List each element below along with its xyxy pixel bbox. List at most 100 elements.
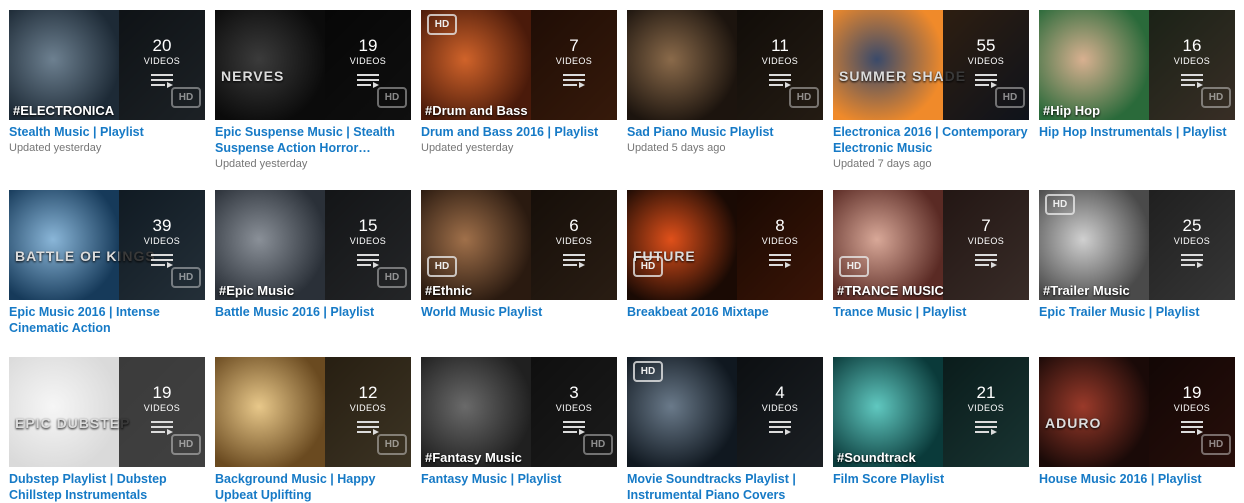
playlist-card[interactable]: #ELECTRONICA 20 VIDEOS HD Stealth Music | Pl… bbox=[9, 10, 205, 156]
playlist-thumbnail[interactable]: #Epic Music 15 VIDEOS HD bbox=[215, 190, 411, 300]
videos-label: VIDEOS bbox=[349, 403, 387, 413]
hd-badge-icon: HD bbox=[633, 361, 663, 382]
playlist-card[interactable]: #TRANCE MUSIC HD 7 VIDEOS Trance Music | Pla… bbox=[833, 190, 1029, 320]
playlist-title-link[interactable]: House Music 2016 | Playlist bbox=[1039, 471, 1235, 487]
hd-badge-icon: HD bbox=[583, 434, 613, 455]
playlist-card[interactable]: #Drum and Bass HD 7 VIDEOS Drum and Bass 201… bbox=[421, 10, 617, 156]
playlist-card[interactable]: #Epic Music 15 VIDEOS HD Battle Music 2016 |… bbox=[215, 190, 411, 320]
playlist-card[interactable]: #Soundtrack 21 VIDEOS Film Score Playlist bbox=[833, 357, 1029, 487]
playlist-title-link[interactable]: Hip Hop Instrumentals | Playlist bbox=[1039, 124, 1235, 140]
video-count: 7 bbox=[569, 36, 579, 55]
playlist-thumbnail[interactable]: ADURO 19 VIDEOS HD bbox=[1039, 357, 1235, 467]
playlist-card[interactable]: #Trailer Music HD 25 VIDEOS Epic Trailer Mus… bbox=[1039, 190, 1235, 320]
playlist-title-link[interactable]: Battle Music 2016 | Playlist bbox=[215, 304, 411, 320]
playlist-title-link[interactable]: Epic Music 2016 | Intense Cinematic Acti… bbox=[9, 304, 205, 336]
playlist-thumbnail[interactable]: HD 4 VIDEOS bbox=[627, 357, 823, 467]
playlist-thumbnail[interactable]: #TRANCE MUSIC HD 7 VIDEOS bbox=[833, 190, 1029, 300]
video-count: 55 bbox=[976, 36, 996, 55]
thumbnail-hashtag: #Soundtrack bbox=[837, 450, 916, 465]
playlist-title-link[interactable]: Background Music | Happy Upbeat Upliftin… bbox=[215, 471, 411, 503]
playlist-card[interactable]: #Hip Hop 16 VIDEOS HD Hip Hop Instrumentals … bbox=[1039, 10, 1235, 140]
videos-label: VIDEOS bbox=[761, 56, 799, 66]
playlist-card[interactable]: NERVES 19 VIDEOS HD Epic Suspense Music | St… bbox=[215, 10, 411, 172]
thumbnail-art bbox=[627, 10, 737, 120]
playlist-title-link[interactable]: Breakbeat 2016 Mixtape bbox=[627, 304, 823, 320]
playlist-thumbnail[interactable]: 11 VIDEOS HD bbox=[627, 10, 823, 120]
playlist-thumbnail[interactable]: #Hip Hop 16 VIDEOS HD bbox=[1039, 10, 1235, 120]
playlist-count-overlay: 39 VIDEOS HD bbox=[119, 190, 205, 300]
playlist-title-link[interactable]: Sad Piano Music Playlist bbox=[627, 124, 823, 140]
playlist-title-link[interactable]: Fantasy Music | Playlist bbox=[421, 471, 617, 487]
thumbnail-hashtag: #Ethnic bbox=[425, 283, 472, 298]
playlist-count-overlay: 11 VIDEOS HD bbox=[737, 10, 823, 120]
thumbnail-art bbox=[215, 10, 325, 120]
thumbnail-title-text: ADURO bbox=[1045, 415, 1102, 431]
playlist-icon bbox=[769, 421, 791, 435]
hd-badge-icon: HD bbox=[995, 87, 1025, 108]
playlist-count-overlay: 6 VIDEOS bbox=[531, 190, 617, 300]
videos-label: VIDEOS bbox=[1173, 236, 1211, 246]
playlist-card[interactable]: SUMMER SHADE 55 VIDEOS HD Electronica 2016 |… bbox=[833, 10, 1029, 172]
hd-badge-icon: HD bbox=[1201, 87, 1231, 108]
playlist-icon bbox=[1181, 421, 1203, 435]
playlist-title-link[interactable]: Trance Music | Playlist bbox=[833, 304, 1029, 320]
thumbnail-title-text: EPIC DUBSTEP bbox=[15, 415, 131, 431]
thumbnail-title-text: NERVES bbox=[221, 68, 285, 84]
playlist-thumbnail[interactable]: #Fantasy Music 3 VIDEOS HD bbox=[421, 357, 617, 467]
hd-badge-icon: HD bbox=[171, 267, 201, 288]
playlist-thumbnail[interactable]: NERVES 19 VIDEOS HD bbox=[215, 10, 411, 120]
playlist-card[interactable]: ADURO 19 VIDEOS HD House Music 2016 | Playli… bbox=[1039, 357, 1235, 487]
video-count: 21 bbox=[976, 383, 996, 402]
playlist-count-overlay: 19 VIDEOS HD bbox=[1149, 357, 1235, 467]
playlist-card[interactable]: #Fantasy Music 3 VIDEOS HD Fantasy Music | P… bbox=[421, 357, 617, 487]
videos-label: VIDEOS bbox=[143, 236, 181, 246]
playlist-thumbnail[interactable]: EPIC DUBSTEP 19 VIDEOS HD bbox=[9, 357, 205, 467]
playlist-card[interactable]: #Ethnic HD 6 VIDEOS World Music Playlist bbox=[421, 190, 617, 320]
hd-badge-icon: HD bbox=[1045, 194, 1075, 215]
playlist-icon bbox=[563, 254, 585, 268]
playlist-icon bbox=[1181, 74, 1203, 88]
playlist-thumbnail[interactable]: #Trailer Music HD 25 VIDEOS bbox=[1039, 190, 1235, 300]
playlist-thumbnail[interactable]: FUTURE HD 8 VIDEOS bbox=[627, 190, 823, 300]
playlist-card[interactable]: HD 4 VIDEOS Movie Soundtracks Playlist | In… bbox=[627, 357, 823, 503]
playlist-thumbnail[interactable]: #Soundtrack 21 VIDEOS bbox=[833, 357, 1029, 467]
playlist-title-link[interactable]: Epic Trailer Music | Playlist bbox=[1039, 304, 1235, 320]
playlist-thumbnail[interactable]: #Drum and Bass HD 7 VIDEOS bbox=[421, 10, 617, 120]
playlist-thumbnail[interactable]: BATTLE OF KINGS 39 VIDEOS HD bbox=[9, 190, 205, 300]
videos-label: VIDEOS bbox=[555, 403, 593, 413]
playlist-thumbnail[interactable]: SUMMER SHADE 55 VIDEOS HD bbox=[833, 10, 1029, 120]
videos-label: VIDEOS bbox=[555, 236, 593, 246]
playlist-thumbnail[interactable]: 12 VIDEOS HD bbox=[215, 357, 411, 467]
updated-timestamp: Updated 5 days ago bbox=[627, 142, 726, 154]
playlist-card[interactable]: EPIC DUBSTEP 19 VIDEOS HD Dubstep Playlist |… bbox=[9, 357, 205, 503]
playlist-title-link[interactable]: World Music Playlist bbox=[421, 304, 617, 320]
playlist-count-overlay: 19 VIDEOS HD bbox=[119, 357, 205, 467]
playlist-count-overlay: 7 VIDEOS bbox=[943, 190, 1029, 300]
playlist-title-link[interactable]: Stealth Music | Playlist bbox=[9, 124, 205, 140]
thumbnail-hashtag: #Epic Music bbox=[219, 283, 295, 298]
playlist-card[interactable]: FUTURE HD 8 VIDEOS Breakbeat 2016 Mixtape bbox=[627, 190, 823, 320]
thumbnail-hashtag: #Hip Hop bbox=[1043, 103, 1101, 118]
hd-badge-icon: HD bbox=[633, 256, 663, 277]
videos-label: VIDEOS bbox=[761, 236, 799, 246]
video-count: 19 bbox=[152, 383, 172, 402]
playlist-card[interactable]: 11 VIDEOS HD Sad Piano Music Playlist Update… bbox=[627, 10, 823, 156]
playlist-title-link[interactable]: Dubstep Playlist | Dubstep Chillstep Ins… bbox=[9, 471, 205, 503]
playlist-icon bbox=[357, 74, 379, 88]
thumbnail-art bbox=[9, 357, 119, 467]
playlist-title-link[interactable]: Movie Soundtracks Playlist | Instrumenta… bbox=[627, 471, 823, 503]
playlist-title-link[interactable]: Drum and Bass 2016 | Playlist bbox=[421, 124, 617, 140]
hd-badge-icon: HD bbox=[377, 87, 407, 108]
videos-label: VIDEOS bbox=[761, 403, 799, 413]
playlist-card[interactable]: BATTLE OF KINGS 39 VIDEOS HD Epic Music 2016… bbox=[9, 190, 205, 336]
playlist-thumbnail[interactable]: #ELECTRONICA 20 VIDEOS HD bbox=[9, 10, 205, 120]
thumbnail-art bbox=[9, 190, 119, 300]
playlist-title-link[interactable]: Electronica 2016 | Contemporary Electron… bbox=[833, 124, 1029, 156]
playlist-title-link[interactable]: Epic Suspense Music | Stealth Suspense A… bbox=[215, 124, 411, 156]
video-count: 19 bbox=[1182, 383, 1202, 402]
video-count: 6 bbox=[569, 216, 579, 235]
updated-timestamp: Updated 7 days ago bbox=[833, 158, 932, 170]
playlist-card[interactable]: 12 VIDEOS HD Background Music | Happy Upbea… bbox=[215, 357, 411, 503]
playlist-title-link[interactable]: Film Score Playlist bbox=[833, 471, 1029, 487]
playlist-thumbnail[interactable]: #Ethnic HD 6 VIDEOS bbox=[421, 190, 617, 300]
